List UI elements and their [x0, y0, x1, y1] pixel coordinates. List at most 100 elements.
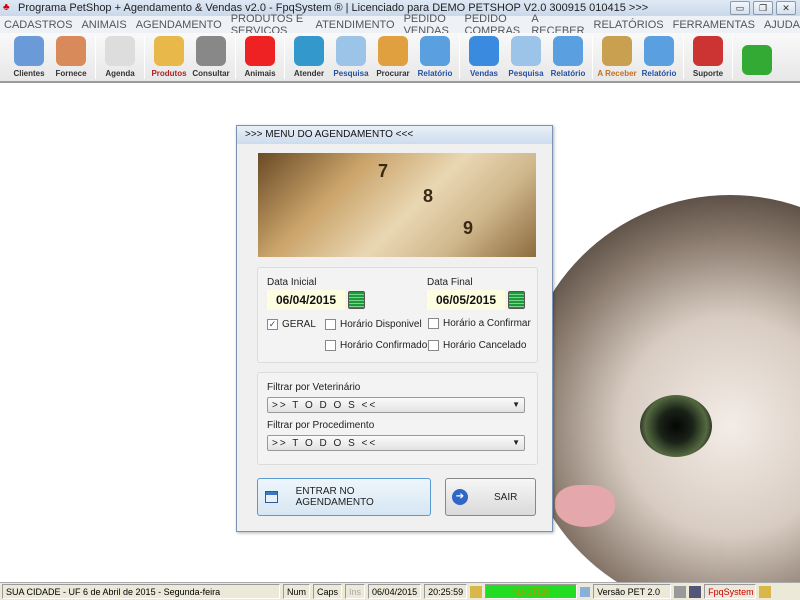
toolbar-label: Fornece	[55, 69, 87, 78]
data-inicial-input[interactable]: 06/04/2015	[267, 290, 345, 310]
toolbar-button-pesquisa[interactable]: Pesquisa	[330, 33, 372, 81]
search-doc-icon	[336, 36, 366, 66]
horario-a-confirmar-checkbox[interactable]: Horário a Confirmar	[428, 318, 531, 329]
printer-icon	[553, 36, 583, 66]
toolbar: Clientes Fornece Agenda Produtos Consultar An…	[0, 33, 800, 83]
agendamento-menu-dialog: >>> MENU DO AGENDAMENTO <<< 7 8 9 Data I…	[236, 125, 553, 532]
arrow-right-icon: ➔	[452, 489, 468, 505]
toolbar-button-a-receber[interactable]: A Receber	[596, 33, 638, 81]
user-icon	[470, 585, 483, 598]
exit-icon	[742, 45, 772, 75]
checkbox[interactable]	[325, 319, 336, 330]
data-final-input[interactable]: 06/05/2015	[427, 290, 505, 310]
toolbar-button-relat-rio[interactable]: Relatório	[638, 33, 680, 81]
toolbar-label: Animais	[244, 69, 276, 78]
proc-filter-label: Filtrar por Procedimento	[267, 420, 375, 431]
data-inicial-label: Data Inicial	[267, 277, 317, 288]
proc-filter-select[interactable]: >> T O D O S << ▼	[267, 435, 525, 451]
toolbar-label: Relatório	[550, 69, 586, 78]
printer-icon[interactable]	[674, 585, 687, 598]
search-doc-icon	[511, 36, 541, 66]
toolbar-button-consultar[interactable]: Consultar	[190, 33, 232, 81]
toolbar-button-produtos[interactable]: Produtos	[148, 33, 190, 81]
toolbar-button-relat-rio[interactable]: Relatório	[547, 33, 589, 81]
menu-bar: CADASTROS ANIMAIS AGENDAMENTO PRODUTOS E SE…	[0, 13, 800, 37]
horario-cancelado-checkbox[interactable]: Horário Cancelado	[428, 340, 526, 351]
menu-agendamento[interactable]: AGENDAMENTO	[136, 19, 222, 31]
minimize-button[interactable]: ▭	[730, 1, 750, 15]
banner-number: 9	[463, 218, 474, 238]
status-brand: FpqSystem	[704, 584, 757, 599]
toolbar-button-animais[interactable]: Animais	[239, 33, 281, 81]
supplier-icon	[56, 36, 86, 66]
menu-ferramentas[interactable]: FERRAMENTAS	[673, 19, 755, 31]
toolbar-label: Vendas	[469, 69, 498, 78]
checkbox[interactable]	[428, 340, 439, 351]
toolbar-label: Produtos	[151, 69, 187, 78]
status-user: MASTER	[485, 584, 578, 599]
status-caps: Caps	[313, 584, 343, 599]
calendar-banner-image: 7 8 9	[258, 153, 536, 257]
vet-filter-select[interactable]: >> T O D O S << ▼	[267, 397, 525, 413]
maximize-button[interactable]: ❐	[753, 1, 773, 15]
chevron-down-icon[interactable]: ▼	[512, 438, 520, 447]
toolbar-label: Agenda	[105, 69, 135, 78]
toolbar-button-vendas[interactable]: Vendas	[463, 33, 505, 81]
menu-animais[interactable]: ANIMAIS	[81, 19, 126, 31]
chevron-down-icon[interactable]: ▼	[512, 400, 520, 409]
checkbox-label: Horário a Confirmar	[443, 318, 531, 329]
horario-disponivel-checkbox[interactable]: Horário Disponivel	[325, 319, 422, 330]
toolbar-button-suporte[interactable]: Suporte	[687, 33, 729, 81]
exit-button[interactable]: ➔ SAIR	[445, 478, 536, 516]
paw-app-icon: ♣	[3, 2, 10, 13]
toolbar-button-exit[interactable]	[736, 33, 778, 81]
printer-icon	[420, 36, 450, 66]
toolbar-label: Pesquisa	[333, 69, 369, 78]
calendar-icon[interactable]	[348, 291, 365, 309]
toolbar-button-agenda[interactable]: Agenda	[99, 33, 141, 81]
monitor-icon	[469, 36, 499, 66]
calendar-icon[interactable]	[508, 291, 525, 309]
checkbox[interactable]	[325, 340, 336, 351]
vet-filter-label: Filtrar por Veterinário	[267, 382, 361, 393]
toolbar-separator	[284, 35, 285, 79]
toolbar-button-pesquisa[interactable]: Pesquisa	[505, 33, 547, 81]
checkbox-label: Horário Confirmado	[340, 340, 428, 351]
agenda-icon	[105, 36, 135, 66]
barcode-icon	[196, 36, 226, 66]
toolbar-separator	[592, 35, 593, 79]
data-final-label: Data Final	[427, 277, 473, 288]
checkbox-checked[interactable]: ✓	[267, 319, 278, 330]
paw-cross-icon	[294, 36, 324, 66]
toolbar-label: Relatório	[641, 69, 677, 78]
toolbar-label: Procurar	[376, 69, 410, 78]
toolbar-button-atender[interactable]: Atender	[288, 33, 330, 81]
toolbar-button-clientes[interactable]: Clientes	[8, 33, 50, 81]
enter-agendamento-button[interactable]: ENTRAR NO AGENDAMENTO	[257, 478, 431, 516]
checkbox[interactable]	[428, 318, 439, 329]
banner-number: 7	[378, 161, 389, 181]
toolbar-separator	[683, 35, 684, 79]
toolbar-separator	[235, 35, 236, 79]
horario-confirmado-checkbox[interactable]: Horário Confirmado	[325, 340, 427, 351]
menu-atendimento[interactable]: ATENDIMENTO	[316, 19, 395, 31]
title-bar: ♣ Programa PetShop + Agendamento & Venda…	[0, 0, 800, 16]
banner-number: 8	[423, 186, 434, 206]
toolbar-label: A Receber	[597, 69, 637, 78]
status-time: 20:25:59	[424, 584, 468, 599]
menu-cadastros[interactable]: CADASTROS	[4, 19, 72, 31]
toolbar-separator	[459, 35, 460, 79]
boxes-icon	[154, 36, 184, 66]
toolbar-button-fornece[interactable]: Fornece	[50, 33, 92, 81]
menu-ajuda[interactable]: AJUDA	[764, 19, 800, 31]
button-label: SAIR	[494, 491, 518, 503]
toolbar-button-relat-rio[interactable]: Relatório	[414, 33, 456, 81]
status-date: 06/04/2015	[368, 584, 422, 599]
user-icon	[759, 585, 772, 598]
toolbar-button-procurar[interactable]: Procurar	[372, 33, 414, 81]
cat-eye	[640, 395, 712, 457]
computer-icon[interactable]	[689, 585, 702, 598]
menu-relat-rios[interactable]: RELATÓRIOS	[594, 19, 664, 31]
close-button[interactable]: ✕	[776, 1, 796, 15]
geral-checkbox[interactable]: ✓ GERAL	[267, 319, 316, 330]
